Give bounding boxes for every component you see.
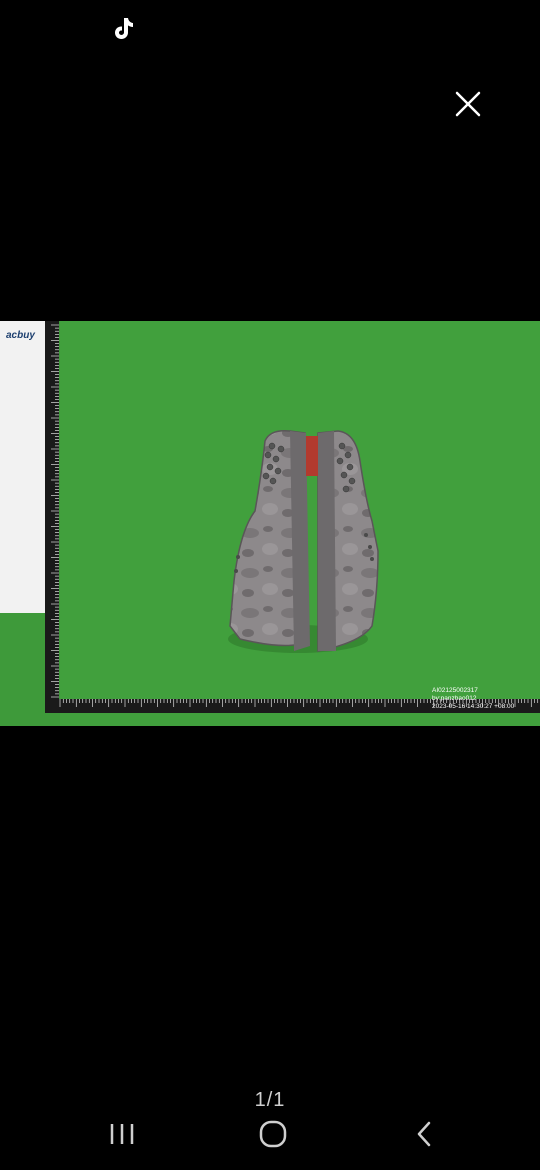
photo-logo: acbuy [6,330,35,341]
watermark-id: AI02125002317 [432,687,478,694]
watermark-timestamp: 2023-05-16 14:30:27 +08:00 [432,703,515,710]
close-icon [455,91,481,117]
paper-card [0,321,46,613]
back-button[interactable] [394,1110,454,1158]
back-icon [417,1121,431,1147]
recent-apps-icon [110,1124,134,1144]
navigation-bar [0,1110,540,1158]
close-button[interactable] [452,88,484,120]
product-photo[interactable]: acbuy AI02125002317 by:panzhao012 2023-0… [0,321,540,726]
tiktok-icon [112,16,134,40]
home-button[interactable] [243,1110,303,1158]
recent-apps-button[interactable] [92,1110,152,1158]
image-counter: 1/1 [254,1089,286,1111]
watermark-by: by:panzhao012 [432,695,477,702]
home-icon [259,1120,287,1148]
vertical-ruler [45,321,59,713]
